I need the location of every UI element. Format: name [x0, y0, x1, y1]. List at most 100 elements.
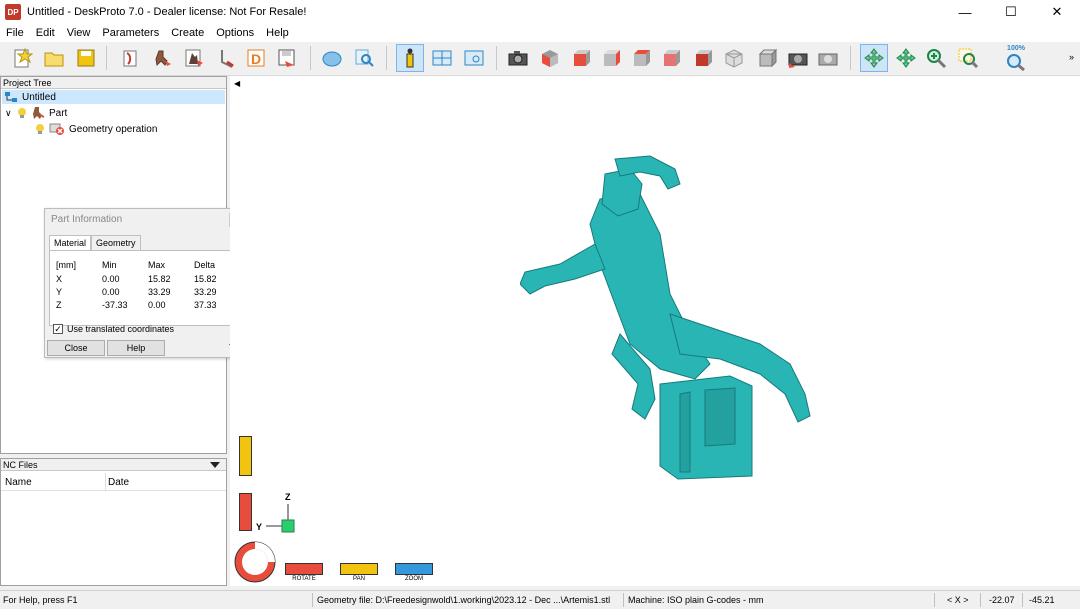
camera-button[interactable] — [504, 44, 532, 72]
dxf-button[interactable]: D — [242, 44, 270, 72]
zoom-fit-icon — [1007, 54, 1025, 71]
rotate-tool-button[interactable] — [860, 44, 888, 72]
view-top-button[interactable] — [626, 44, 654, 72]
info-button[interactable] — [396, 44, 424, 72]
pan-tool-button[interactable] — [892, 44, 920, 72]
chevron-down-icon[interactable]: ∨ — [5, 108, 17, 119]
screenshot-button[interactable] — [784, 44, 812, 72]
open-project-button[interactable] — [40, 44, 68, 72]
figure-icon — [155, 50, 171, 67]
part-information-dialog: Part Information Material Geometry [mm] … — [44, 208, 246, 358]
d-letter-icon: D — [247, 49, 265, 67]
export-button[interactable] — [272, 44, 300, 72]
translated-coords-checkbox-row[interactable]: ✓ Use translated coordinates — [53, 324, 174, 334]
zoom-tool-button[interactable] — [922, 44, 950, 72]
status-machine: Machine: ISO plain G-codes - mm — [628, 595, 764, 605]
view-bottom-button[interactable] — [720, 44, 748, 72]
menu-create[interactable]: Create — [165, 27, 210, 39]
vector-icon — [221, 50, 234, 68]
info-icon — [406, 48, 414, 68]
tree-item-label: Geometry operation — [69, 123, 158, 135]
menu-parameters[interactable]: Parameters — [96, 27, 165, 39]
load-geometry-button[interactable] — [116, 44, 144, 72]
machine-button[interactable] — [318, 44, 346, 72]
column-header-name[interactable]: Name — [5, 477, 32, 488]
table-header-delta: Delta — [194, 260, 216, 270]
zoom-level-label: 100% — [1007, 45, 1025, 52]
svg-text:D: D — [251, 51, 261, 67]
save-project-button[interactable] — [72, 44, 100, 72]
3d-viewport[interactable]: ◀ Z Y ROTATE PAN ZOOM — [230, 76, 1080, 586]
help-button[interactable]: Help — [107, 340, 165, 356]
rotate-dial-icon[interactable] — [233, 540, 279, 586]
menu-bar: File Edit View Parameters Create Options… — [0, 24, 1080, 42]
pan-mode-button[interactable] — [340, 563, 378, 575]
operation-error-icon — [49, 123, 64, 135]
3d-model[interactable] — [520, 154, 820, 484]
dropdown-arrow-icon[interactable] — [210, 462, 220, 468]
table-cell: Z — [56, 300, 62, 310]
view-back-button[interactable] — [656, 44, 684, 72]
save-disk-icon — [77, 49, 95, 67]
table-cell: 0.00 — [102, 274, 120, 284]
cube-view-bottom-icon — [725, 49, 743, 68]
table-cell: Y — [56, 287, 63, 297]
save-geometry-button[interactable] — [148, 44, 176, 72]
collapse-left-icon[interactable]: ◀ — [234, 79, 240, 88]
new-project-button[interactable] — [8, 44, 36, 72]
status-help-text: For Help, press F1 — [3, 595, 78, 605]
view-all-button[interactable] — [752, 44, 780, 72]
red-shade-bar[interactable] — [239, 493, 252, 531]
table-cell: 37.33 — [194, 300, 217, 310]
search-button[interactable] — [350, 44, 378, 72]
translated-coords-checkbox[interactable]: ✓ — [53, 324, 63, 334]
tree-item-part[interactable]: ∨ Part — [5, 106, 67, 120]
tree-item-geometry-operation[interactable]: Geometry operation — [35, 122, 157, 136]
cube-blue-icon — [322, 51, 342, 67]
menu-options[interactable]: Options — [210, 27, 260, 39]
vector-button[interactable] — [212, 44, 240, 72]
close-button[interactable]: ✕ — [1034, 0, 1080, 24]
zoom-window-button[interactable] — [954, 44, 982, 72]
window-button[interactable] — [460, 44, 488, 72]
menu-view[interactable]: View — [61, 27, 97, 39]
layout-button[interactable] — [428, 44, 456, 72]
view-front-button[interactable] — [566, 44, 594, 72]
yellow-shade-bar[interactable] — [239, 436, 252, 476]
view-iso-button[interactable] — [536, 44, 564, 72]
tab-geometry[interactable]: Geometry — [91, 235, 141, 250]
close-dialog-button[interactable]: Close — [47, 340, 105, 356]
screenshot-settings-button[interactable] — [814, 44, 842, 72]
zoom-mode-button[interactable] — [395, 563, 433, 575]
view-right-button[interactable] — [596, 44, 624, 72]
menu-file[interactable]: File — [0, 27, 30, 39]
table-header-max: Max — [148, 260, 166, 270]
title-bar: DP Untitled - DeskProto 7.0 - Dealer lic… — [0, 0, 1080, 24]
zoom-100-button[interactable]: 100% — [1002, 44, 1030, 72]
menu-edit[interactable]: Edit — [30, 27, 61, 39]
bitmap-button[interactable] — [180, 44, 208, 72]
project-icon — [5, 92, 17, 102]
table-header-min: Min — [102, 260, 117, 270]
rotate-mode-button[interactable] — [285, 563, 323, 575]
dialog-title: Part Information — [51, 214, 123, 225]
table-cell: 33.29 — [148, 287, 171, 297]
camera-icon — [508, 51, 528, 66]
status-coord-label[interactable]: < X > — [944, 594, 972, 608]
table-header-unit: [mm] — [56, 260, 76, 270]
camera-red-icon — [788, 53, 808, 68]
tree-item-untitled[interactable]: Untitled — [2, 90, 225, 104]
menu-help[interactable]: Help — [260, 27, 295, 39]
toolbar-overflow-icon[interactable]: » — [1069, 52, 1074, 62]
minimize-button[interactable]: — — [942, 0, 988, 24]
maximize-button[interactable]: ☐ — [988, 0, 1034, 24]
cube-view-top-icon — [634, 50, 650, 66]
view-left-button[interactable] — [688, 44, 716, 72]
column-header-date[interactable]: Date — [108, 477, 129, 488]
tab-material[interactable]: Material — [49, 235, 92, 250]
pan-mode-label: PAN — [353, 576, 365, 582]
window-icon — [464, 50, 484, 66]
rotate-mode-label: ROTATE — [292, 576, 316, 582]
toolbar: D 100% » — [0, 42, 1080, 76]
nc-files-columns: Name Date — [1, 473, 226, 491]
